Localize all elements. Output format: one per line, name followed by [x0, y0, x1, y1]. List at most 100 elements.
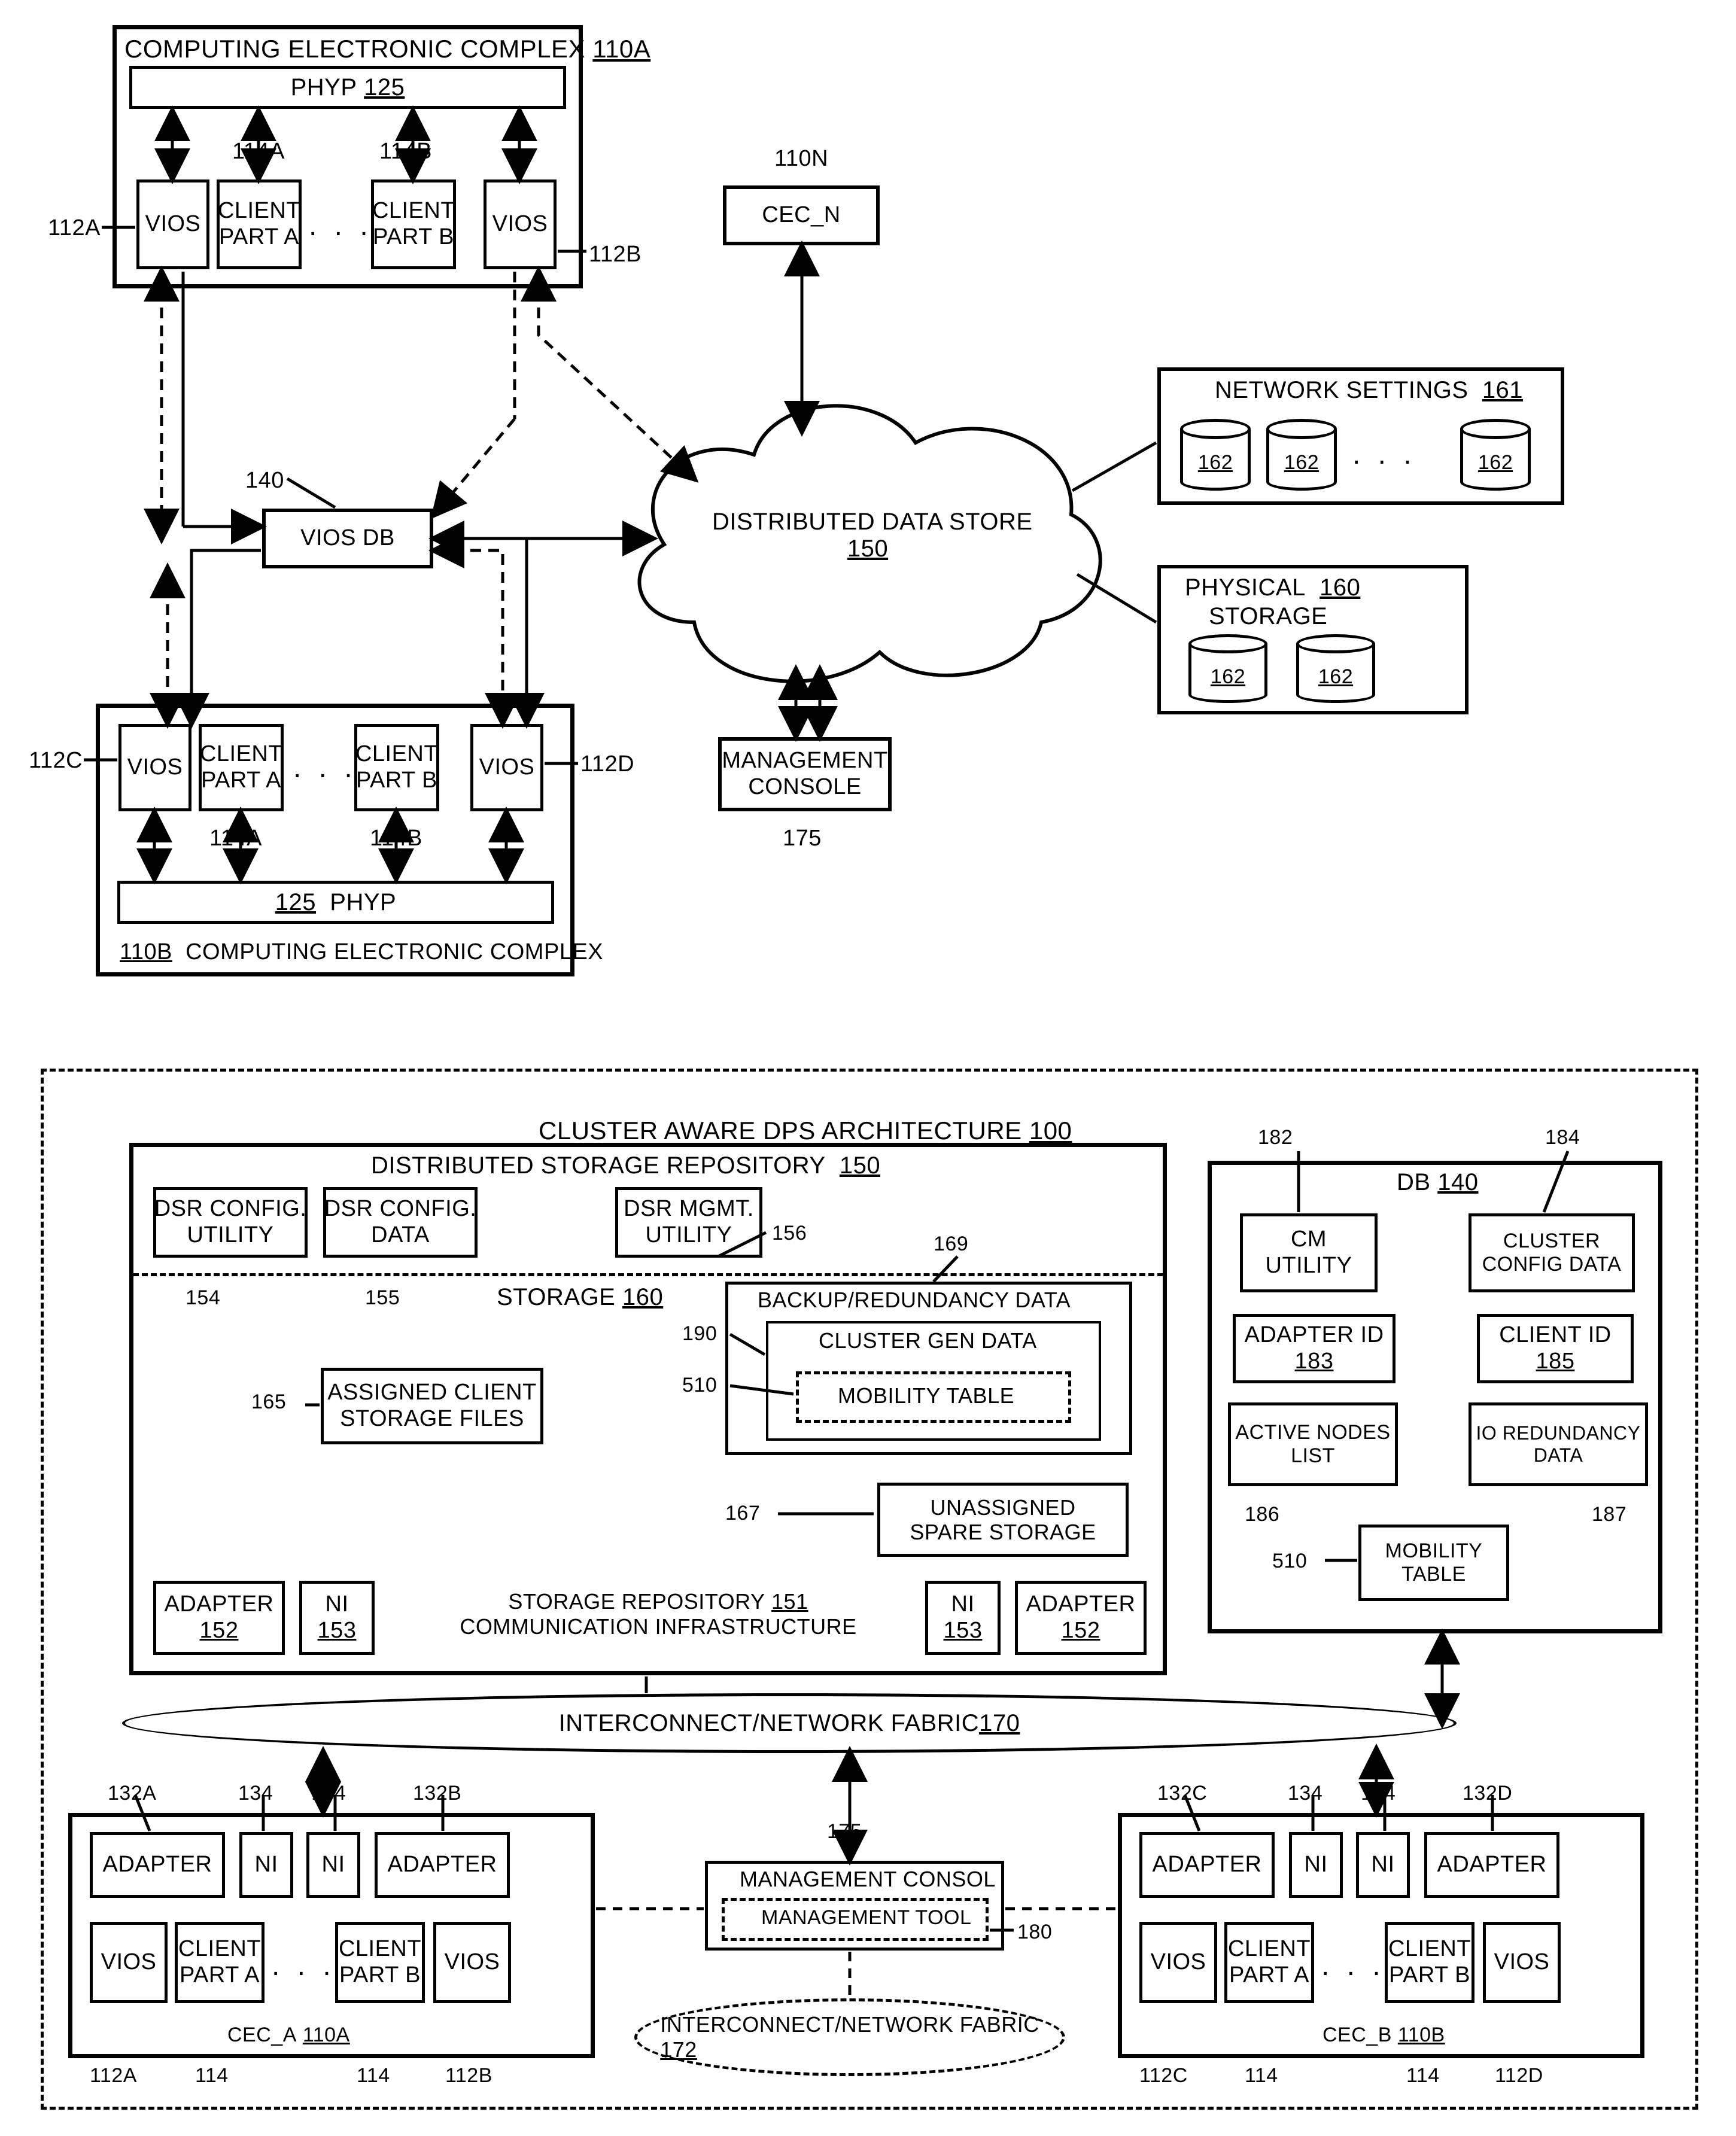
- ref-112a: 112A: [48, 215, 101, 241]
- cgen-lbl: CLUSTER GEN DATA: [819, 1328, 1037, 1353]
- backup-title: BACKUP/REDUNDANCY DATA: [758, 1288, 1071, 1313]
- ref-134-b1: 134: [1288, 1782, 1322, 1805]
- cec-b2-clientb: CLIENT PART B: [1385, 1922, 1474, 2003]
- fabric2-ellipse: INTERCONNECT/NETWORK FABRIC172: [634, 1998, 1065, 2076]
- ref-190: 190: [682, 1322, 717, 1346]
- ref-165: 165: [251, 1390, 286, 1414]
- ref-112b: 112B: [589, 242, 642, 267]
- cec-a2-ni-2: NI: [306, 1832, 360, 1898]
- sr-adapter-right: ADAPTER152: [1015, 1581, 1147, 1655]
- cec-a2-vios-r: VIOS: [433, 1922, 511, 2003]
- db-net-2: 162: [1266, 419, 1337, 491]
- cec-a-clientb: CLIENT PART B: [371, 179, 456, 269]
- cec-b2-clienta: CLIENT PART A: [1224, 1922, 1314, 2003]
- cec-a2-dots: . . .: [272, 1949, 336, 1982]
- ref-187: 187: [1592, 1503, 1626, 1526]
- ref-112d2: 112D: [1495, 2064, 1543, 2088]
- cec-a-dots: . . .: [309, 209, 373, 242]
- ref-155: 155: [365, 1286, 400, 1310]
- cec-n: CEC_N: [723, 185, 880, 245]
- ref-167: 167: [725, 1502, 760, 1525]
- ref-110n: 110N: [774, 146, 828, 172]
- cec-a-phyp: PHYP 125: [129, 66, 566, 109]
- cec-a2-adapter-r: ADAPTER: [375, 1832, 510, 1898]
- unassigned-storage: UNASSIGNED SPARE STORAGE: [877, 1483, 1129, 1557]
- phys-storage-title: PHYSICAL 160: [1185, 574, 1360, 601]
- cec-b2-dots: . . .: [1321, 1949, 1385, 1982]
- ref-156: 156: [772, 1222, 807, 1245]
- cluster-cfg: CLUSTER CONFIG DATA: [1469, 1213, 1635, 1292]
- storage-lbl: STORAGE 160: [497, 1284, 663, 1311]
- assigned-files: ASSIGNED CLIENT STORAGE FILES: [321, 1368, 543, 1444]
- mob-lbl1: MOBILITY TABLE: [838, 1383, 1014, 1408]
- cec-a-vios-right: VIOS: [484, 179, 557, 269]
- io-redundancy: IO REDUNDANCY DATA: [1469, 1402, 1648, 1486]
- ref-510b: 510: [1272, 1550, 1307, 1573]
- ref-114b-top: 114B: [379, 139, 432, 165]
- ref-114b-bot: 114B: [370, 826, 422, 851]
- cec-b2-title: CEC_B 110B: [1322, 2024, 1445, 2047]
- dsr-title: DISTRIBUTED STORAGE REPOSITORY 150: [371, 1152, 880, 1179]
- cec-b2-ni-2: NI: [1356, 1832, 1410, 1898]
- dsr-mgmt-util: DSR MGMT. UTILITY: [615, 1187, 762, 1258]
- ref-114a-top: 114A: [232, 139, 285, 165]
- cec-b2-adapter-l: ADAPTER: [1139, 1832, 1275, 1898]
- ref-132d: 132D: [1463, 1782, 1512, 1805]
- ref-134-a1: 134: [238, 1782, 273, 1805]
- ref-175: 175: [783, 826, 822, 851]
- cec-b-clientb: CLIENT PART B: [354, 724, 439, 811]
- ref-154: 154: [186, 1286, 220, 1310]
- ref-182: 182: [1258, 1126, 1293, 1149]
- cec-a-clienta: CLIENT PART A: [217, 179, 302, 269]
- client-id: CLIENT ID185: [1477, 1314, 1634, 1383]
- mobility-table-2: MOBILITY TABLE: [1358, 1525, 1509, 1601]
- ref-114b2-l: 114: [1245, 2064, 1278, 2088]
- sr-adapter-left: ADAPTER152: [153, 1581, 285, 1655]
- cec-a2-clienta: CLIENT PART A: [175, 1922, 264, 2003]
- ref-112a2: 112A: [90, 2064, 137, 2088]
- cec-a-title: COMPUTING ELECTRONIC COMPLEX 110A: [124, 35, 513, 63]
- ref-132b: 132B: [413, 1782, 461, 1805]
- fabric-ellipse: INTERCONNECT/NETWORK FABRIC170: [122, 1693, 1457, 1753]
- cec-a2-adapter-l: ADAPTER: [90, 1832, 225, 1898]
- cec-b-clienta: CLIENT PART A: [199, 724, 284, 811]
- dsr-cfg-data: DSR CONFIG. DATA: [323, 1187, 478, 1258]
- cec-b-vios-left: VIOS: [118, 724, 191, 811]
- dsr-cfg-util: DSR CONFIG. UTILITY: [153, 1187, 308, 1258]
- ref-132c: 132C: [1157, 1782, 1207, 1805]
- cec-a2-ni-1: NI: [239, 1832, 293, 1898]
- cec-b2-ni-1: NI: [1289, 1832, 1343, 1898]
- cec-b-title: 110B COMPUTING ELECTRONIC COMPLEX: [120, 939, 603, 965]
- ref-112b2: 112B: [445, 2064, 492, 2088]
- mgmt-tool-lbl: MANAGEMENT TOOL: [761, 1906, 971, 1930]
- ref-186: 186: [1245, 1503, 1279, 1526]
- cec-b2-adapter-r: ADAPTER: [1424, 1832, 1559, 1898]
- db-phys-1: 162: [1188, 634, 1267, 703]
- ref-112c: 112C: [29, 748, 83, 774]
- phys-storage-title2: STORAGE: [1209, 603, 1327, 630]
- db-phys-2: 162: [1296, 634, 1375, 703]
- arch-title: CLUSTER AWARE DPS ARCHITECTURE 100: [539, 1116, 1072, 1145]
- db-net-3: 162: [1460, 419, 1531, 491]
- cec-b-phyp: 125 PHYP: [117, 881, 554, 924]
- ref-112d: 112D: [580, 751, 634, 777]
- sr-ni-right: NI153: [925, 1581, 1001, 1655]
- ref-112c2: 112C: [1139, 2064, 1188, 2088]
- cec-b-vios-right: VIOS: [470, 724, 543, 811]
- adapter-id: ADAPTER ID183: [1233, 1314, 1396, 1383]
- vios-db: VIOS DB: [262, 509, 433, 568]
- ref-510a: 510: [682, 1374, 717, 1397]
- dds-label: DISTRIBUTED DATA STORE150: [712, 509, 1023, 562]
- cec-b-dots: . . .: [293, 751, 357, 784]
- ref-114a-bot: 114A: [209, 826, 262, 851]
- ref-169: 169: [934, 1233, 968, 1256]
- dsr-sep: [133, 1273, 1163, 1276]
- mgmt-console: MANAGEMENT CONSOLE: [718, 737, 892, 811]
- cec-b2-vios-r: VIOS: [1483, 1922, 1561, 2003]
- active-nodes: ACTIVE NODES LIST: [1228, 1402, 1398, 1486]
- ref-114a2-l: 114: [195, 2064, 229, 2088]
- ref-134-b2: 134: [1361, 1782, 1396, 1805]
- ref-140-top: 140: [245, 468, 284, 494]
- ref-114a2-r: 114: [357, 2064, 390, 2088]
- db-title: DB 140: [1397, 1169, 1478, 1196]
